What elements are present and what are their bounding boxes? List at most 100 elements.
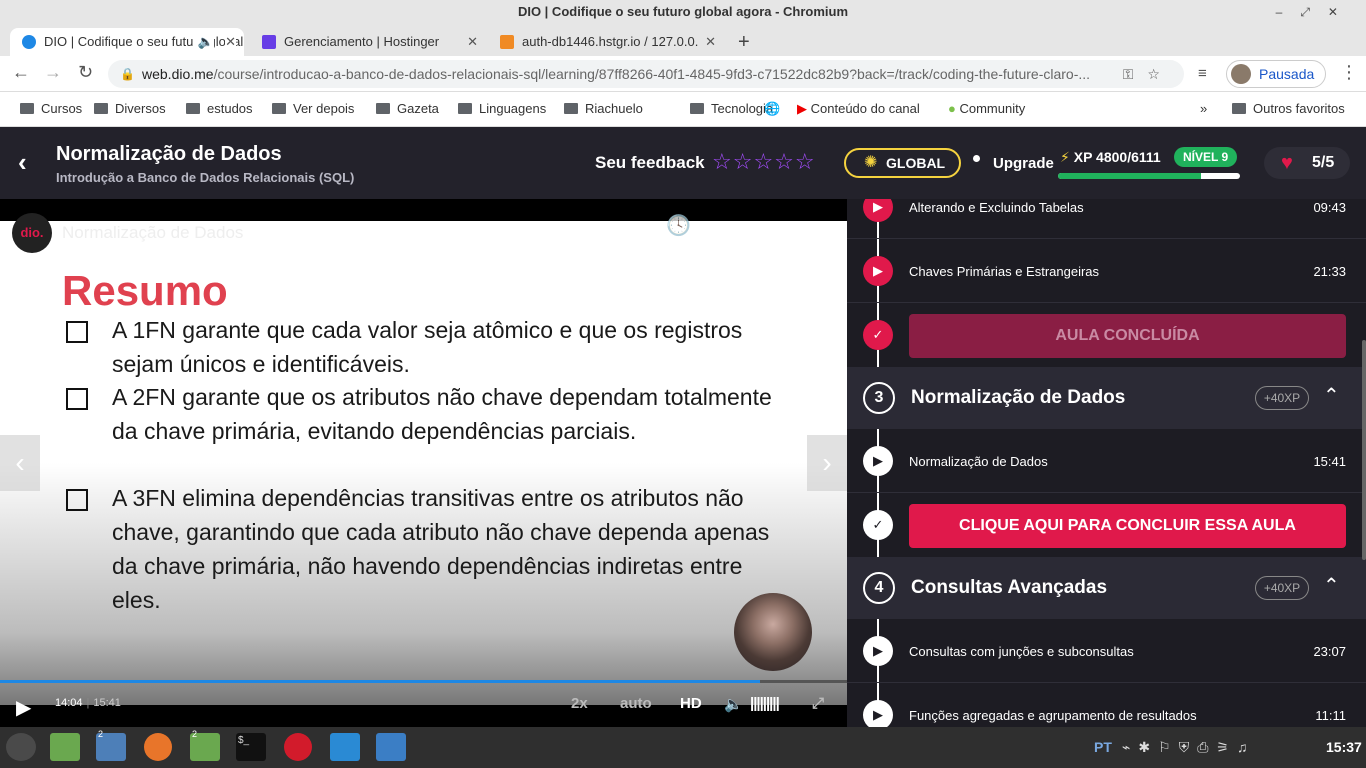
- bookmark-riachuelo[interactable]: Riachuelo: [564, 101, 643, 116]
- bookmark-conteudo-do-canal[interactable]: ▶ Conteúdo do canal: [797, 101, 920, 117]
- tab-strip: DIO | Codifique o seu futuro global agor…: [0, 24, 1366, 56]
- lesson-item[interactable]: ▶ Funções agregadas e agrupamento de res…: [847, 685, 1366, 727]
- global-label: GLOBAL: [886, 155, 946, 171]
- folder-icon: [1232, 103, 1246, 114]
- global-button[interactable]: ✺ GLOBAL: [844, 148, 961, 178]
- opera-icon[interactable]: [284, 733, 312, 761]
- bookmark-linguagens[interactable]: Linguagens: [458, 101, 546, 116]
- close-tab-icon[interactable]: ✕: [699, 28, 716, 56]
- bookmarks-bar: Cursos Diversos estudos Ver depois Gazet…: [0, 92, 1366, 127]
- window-controls[interactable]: –⤢✕: [1276, 0, 1356, 24]
- share-icon: ➦: [773, 215, 791, 237]
- bookmark-globe[interactable]: 🌐: [764, 101, 780, 117]
- lesson-item[interactable]: ▶ Chaves Primárias e Estrangeiras 21:33: [847, 241, 1366, 303]
- lesson-item[interactable]: ▶ Normalização de Dados 15:41: [847, 431, 1366, 493]
- community-icon: ●: [948, 101, 956, 116]
- lesson-item[interactable]: ▶ Consultas com junções e subconsultas 2…: [847, 621, 1366, 683]
- address-bar[interactable]: 🔒 web.dio.me/course/introducao-a-banco-d…: [108, 60, 1184, 88]
- speed-button[interactable]: 2x: [571, 695, 588, 712]
- time-display: 14:04 | 15:41: [55, 697, 121, 709]
- chevron-up-icon[interactable]: ⌃: [1323, 383, 1340, 408]
- new-tab-icon[interactable]: +: [738, 28, 750, 56]
- tray-icons[interactable]: ⌁✱⚐⛨⎙⚞♫: [1122, 739, 1255, 756]
- sidebar-scrollbar[interactable]: [1362, 340, 1366, 560]
- dio-app: ‹ Normalização de Dados Introdução a Ban…: [0, 127, 1366, 727]
- lives-counter[interactable]: ♥ 5/5: [1264, 147, 1350, 179]
- reload-icon[interactable]: ↻: [78, 62, 93, 83]
- bookmark-estudos[interactable]: estudos: [186, 101, 253, 116]
- prev-slide-arrow[interactable]: ‹: [0, 435, 40, 491]
- reading-list-icon[interactable]: ≡: [1198, 65, 1207, 82]
- back-chevron-icon[interactable]: ‹: [18, 147, 27, 178]
- bookmark-ver-depois[interactable]: Ver depois: [272, 101, 354, 116]
- vscode-icon[interactable]: [330, 733, 360, 761]
- bookmark-outros-favoritos[interactable]: Outros favoritos: [1232, 101, 1345, 116]
- files-icon[interactable]: [50, 733, 80, 761]
- lesson-complete-row: ✓ AULA CONCLUÍDA: [847, 305, 1366, 367]
- channel-logo[interactable]: dio.: [12, 213, 52, 253]
- tab-dio[interactable]: DIO | Codifique o seu futuro global agor…: [10, 28, 244, 56]
- omnibox-actions[interactable]: ⚿☆: [1112, 60, 1174, 88]
- feedback-stars[interactable]: ☆☆☆☆☆: [712, 149, 816, 175]
- window-count-badge: 2: [98, 729, 104, 739]
- keyboard-layout[interactable]: PT: [1094, 739, 1112, 755]
- bookmark-community[interactable]: ● Community: [948, 101, 1025, 116]
- section-number: 3: [863, 382, 895, 414]
- back-icon[interactable]: ←: [12, 62, 30, 83]
- slide-bullet: A 3FN elimina dependências transitivas e…: [66, 481, 786, 617]
- upgrade-link[interactable]: Upgrade: [993, 155, 1054, 172]
- close-tab-icon[interactable]: ✕: [467, 28, 478, 56]
- folder-icon: [186, 103, 200, 114]
- player-controls: ▶ 14:04 | 15:41 2x auto HD 🔈 ||||||||| ⤢: [0, 679, 847, 727]
- bookmark-cursos[interactable]: Cursos: [20, 101, 82, 116]
- play-circle-icon: ▶: [863, 636, 893, 666]
- volume-slider[interactable]: |||||||||: [750, 695, 780, 712]
- course-title: Introdução a Banco de Dados Relacionais …: [56, 170, 355, 185]
- folder-icon: [94, 103, 108, 114]
- tab-phpmyadmin[interactable]: auth-db1446.hstgr.io / 127.0.0.1 ✕: [488, 28, 724, 56]
- profile-button[interactable]: Pausada: [1226, 60, 1326, 88]
- lesson-item[interactable]: ▶ Alterando e Excluindo Tabelas 09:43: [847, 199, 1366, 239]
- menu-icon[interactable]: ⋮: [1340, 62, 1358, 83]
- more-bookmarks-icon[interactable]: »: [1200, 101, 1207, 116]
- play-circle-icon: ▶: [863, 446, 893, 476]
- video-title[interactable]: Normalização de Dados: [62, 223, 243, 243]
- url-path: /course/introducao-a-banco-de-dados-rela…: [213, 66, 1091, 82]
- mint-menu-icon[interactable]: [6, 733, 36, 761]
- hd-button[interactable]: HD: [680, 695, 702, 712]
- clock-icon: 🕓: [666, 215, 692, 237]
- slide-bullet: A 2FN garante que os atributos não chave…: [66, 380, 786, 448]
- play-icon[interactable]: ▶: [16, 695, 31, 720]
- bookmark-gazeta[interactable]: Gazeta: [376, 101, 439, 116]
- screenshot-icon[interactable]: [376, 733, 406, 761]
- firefox-icon[interactable]: [144, 733, 172, 761]
- section-normalizacao[interactable]: 3 Normalização de Dados +40XP ⌃: [847, 367, 1366, 429]
- terminal-icon[interactable]: $_: [236, 733, 266, 761]
- phpmyadmin-favicon-icon: [500, 35, 514, 49]
- conclude-lesson-button[interactable]: CLIQUE AQUI PARA CONCLUIR ESSA AULA: [909, 504, 1346, 548]
- presenter-webcam: [734, 593, 812, 671]
- seek-bar[interactable]: [0, 680, 847, 683]
- fullscreen-icon[interactable]: ⤢: [812, 695, 824, 712]
- volume-icon[interactable]: 🔈: [724, 695, 743, 713]
- video-player[interactable]: Resumo A 1FN garante que cada valor seja…: [0, 199, 847, 727]
- quality-button[interactable]: auto: [620, 695, 652, 712]
- clock: 15:37: [1326, 739, 1362, 755]
- section-number: 4: [863, 572, 895, 604]
- tab-hostinger[interactable]: Gerenciamento | Hostinger ✕: [250, 28, 486, 56]
- watch-later-button[interactable]: 🕓 Assistir m...: [645, 213, 712, 257]
- share-button[interactable]: ➦ Compartilh...: [745, 213, 819, 257]
- close-tab-icon[interactable]: ✕: [225, 28, 236, 56]
- folder-icon: [272, 103, 286, 114]
- slide-bullet: A 1FN garante que cada valor seja atômic…: [66, 313, 786, 381]
- next-slide-arrow[interactable]: ›: [807, 435, 847, 491]
- aula-concluida-button[interactable]: AULA CONCLUÍDA: [909, 314, 1346, 358]
- audio-icon[interactable]: 🔈: [193, 28, 214, 56]
- section-consultas[interactable]: 4 Consultas Avançadas +40XP ⌃: [847, 557, 1366, 619]
- check-circle-icon: ✓: [863, 320, 893, 350]
- forward-icon[interactable]: →: [44, 62, 62, 83]
- lesson-complete-row: ✓ CLIQUE AQUI PARA CONCLUIR ESSA AULA: [847, 495, 1366, 557]
- bookmark-tecnologia[interactable]: Tecnologia: [690, 101, 773, 116]
- bookmark-diversos[interactable]: Diversos: [94, 101, 166, 116]
- chevron-up-icon[interactable]: ⌃: [1323, 573, 1340, 598]
